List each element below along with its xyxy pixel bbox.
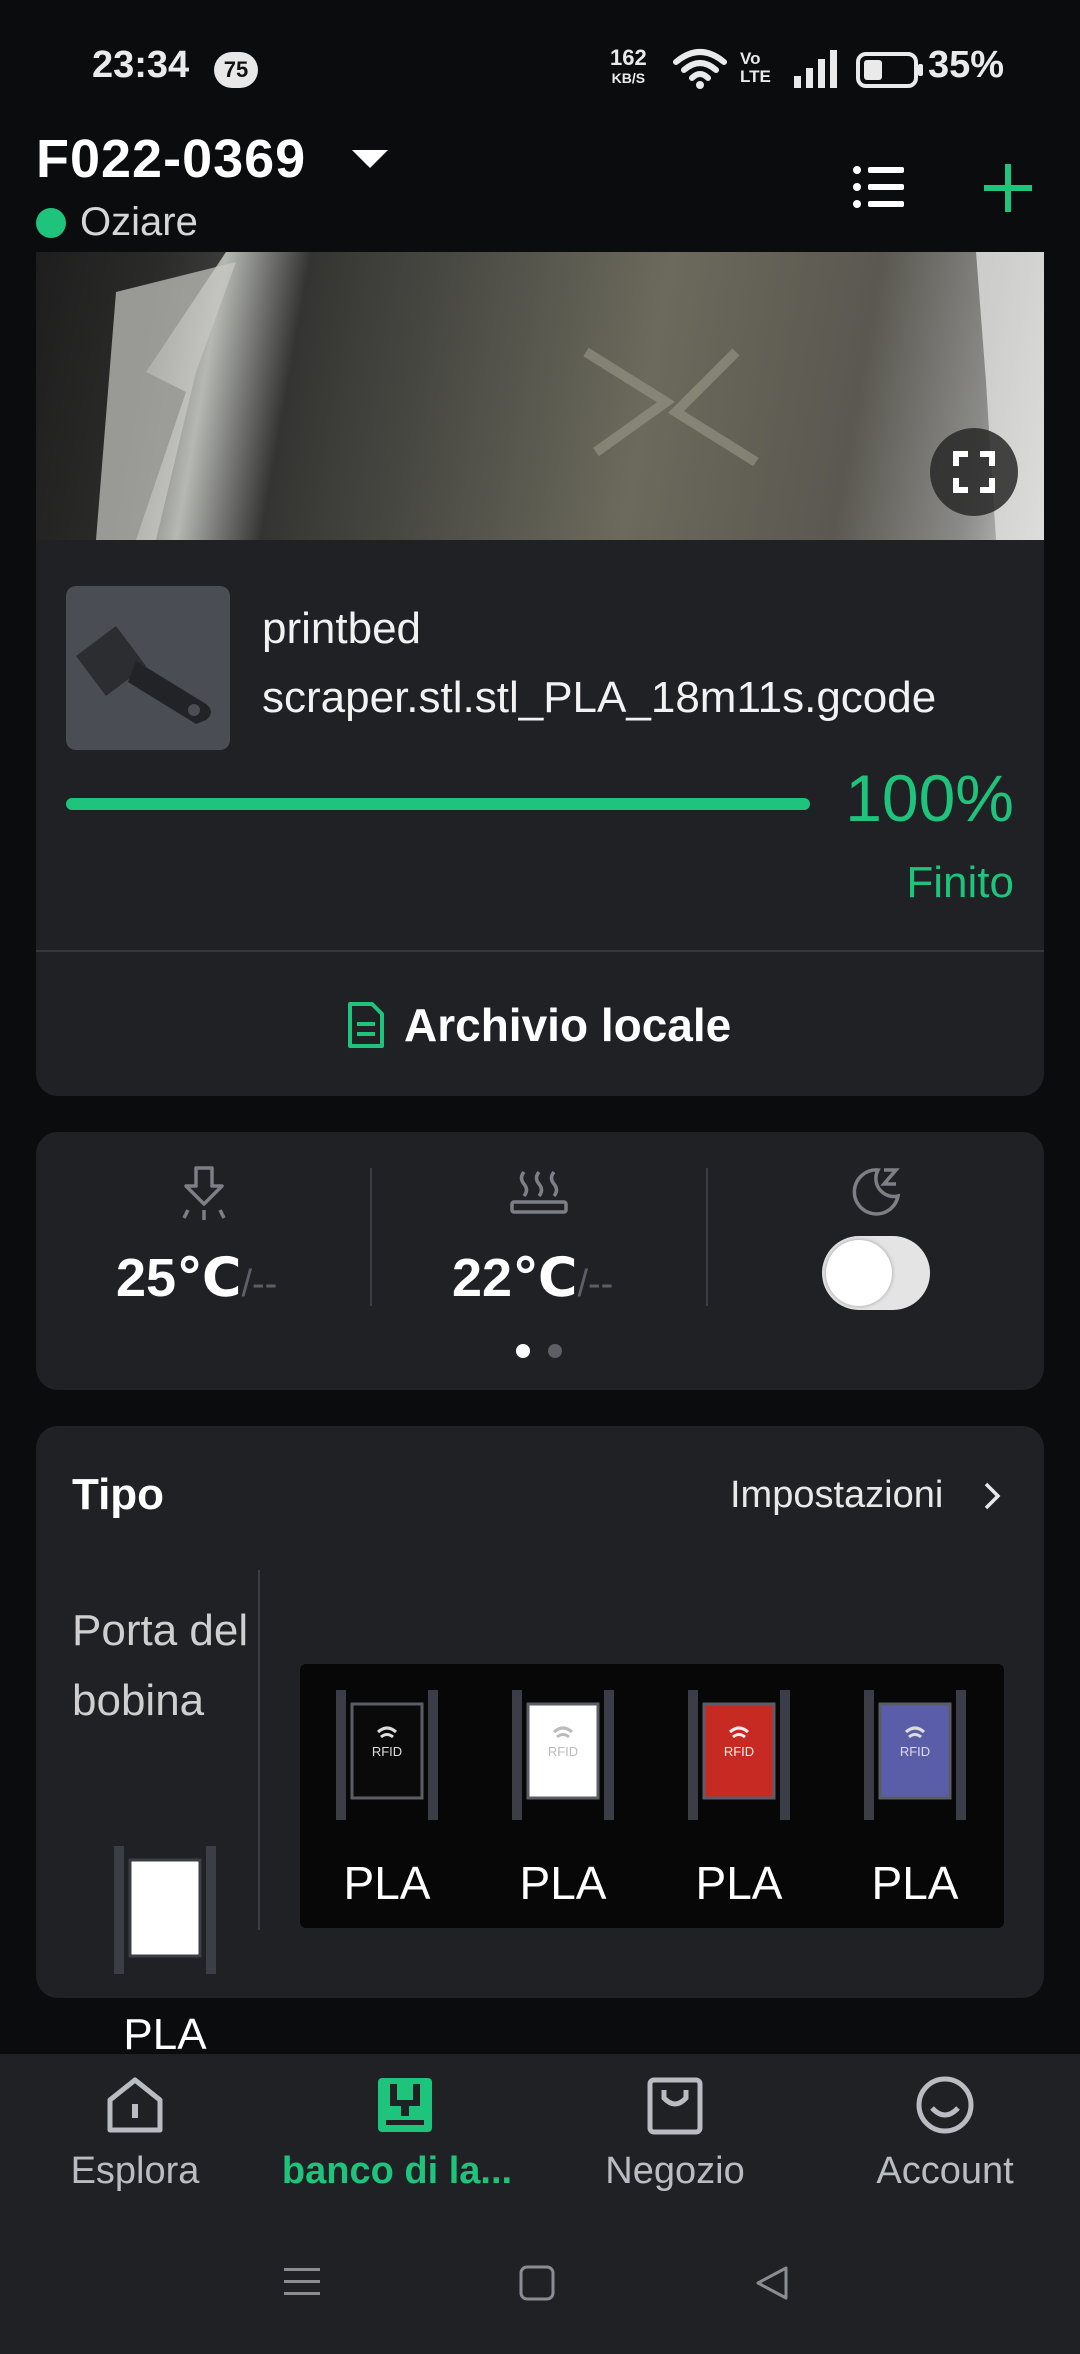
nav-label-account: Account [876,2150,1014,2192]
progress-percent: 100% [845,761,1014,835]
external-spool[interactable] [112,1846,218,1974]
page-indicator-dot [548,1344,562,1358]
workbench-icon [378,2078,432,2132]
back-icon[interactable] [752,2264,790,2302]
fullscreen-button[interactable] [930,428,1018,516]
job-state: Finito [906,858,1014,907]
bed-temp-target: /-- [577,1263,614,1305]
battery-percent: 35% [928,44,1005,86]
separator [258,1570,260,1930]
external-spool-label: Porta del bobina [72,1606,249,1725]
plus-icon[interactable] [980,160,1036,216]
chevron-down-icon[interactable] [352,150,388,168]
camera-feed[interactable] [36,252,1044,540]
battery-icon [856,52,923,88]
list-icon[interactable] [852,164,906,210]
progress-fill [66,798,810,810]
nozzle-icon [182,1166,226,1220]
signal-icon [794,50,837,88]
job-file-name: printbed scraper.stl.stl_PLA_18m11s.gcod… [262,604,937,722]
nav-label-workbench: banco di la... [281,2150,513,2192]
svg-text:RFID: RFID [724,1744,754,1759]
bed-temp-value: 22℃ [452,1248,578,1308]
ams-slot-type: PLA [871,1857,959,1909]
nozzle-temp-target: /-- [241,1263,278,1305]
ams-slot-3[interactable]: RFID [684,1690,794,1820]
toggle-knob [826,1240,892,1306]
printer-status: Oziare [80,200,198,244]
ams-slot-4[interactable]: RFID [860,1690,970,1820]
wifi-icon [673,49,727,89]
device-selector[interactable]: F022-0369 [36,128,306,190]
svg-text:RFID: RFID [900,1744,930,1759]
menu-icon[interactable] [282,2264,322,2300]
home-icon [107,2077,163,2133]
moon-sleep-icon [852,1168,901,1216]
ams-slot-type: PLA [519,1857,607,1909]
volte-label: Vo LTE [740,49,771,86]
svg-text:RFID: RFID [548,1744,578,1759]
chevron-right-icon[interactable] [982,1480,1002,1512]
separator [370,1168,372,1306]
svg-text:RFID: RFID [372,1744,402,1759]
page-indicator-dot [516,1344,530,1358]
camera-image [36,252,1044,540]
smile-icon [916,2076,974,2134]
notification-count-badge: 75 [214,52,258,88]
status-dot [36,208,66,238]
net-speed-unit: KB/S [611,70,646,86]
status-time: 23:34 [92,44,190,86]
net-speed-value: 162 [610,45,647,70]
bed-temperature: 22℃/-- [452,1246,613,1309]
ams-slot-1[interactable]: RFID [332,1690,442,1820]
heatbed-icon [510,1170,568,1214]
ams-slot-type: PLA [343,1857,431,1909]
ams-slot-type: PLA [695,1857,783,1909]
bag-icon [647,2077,703,2135]
scraper-model-icon [76,626,211,724]
external-spool-type: PLA [123,2010,207,2059]
local-archive-label: Archivio locale [404,999,732,1051]
settings-link[interactable]: Impostazioni [730,1474,943,1517]
fullscreen-icon [953,451,995,493]
nozzle-temperature: 25℃/-- [116,1246,277,1309]
filament-title: Tipo [72,1470,165,1519]
separator [706,1168,708,1306]
file-icon [348,1002,384,1048]
model-thumbnail [66,586,230,750]
nozzle-temp-value: 25℃ [116,1248,242,1308]
nav-label-explore: Esplora [70,2150,200,2192]
nav-label-shop: Negozio [605,2150,745,2192]
ams-slot-2[interactable]: RFID [508,1690,618,1820]
net-speed: 162 KB/S [610,45,647,88]
home-button-icon[interactable] [518,2264,556,2302]
